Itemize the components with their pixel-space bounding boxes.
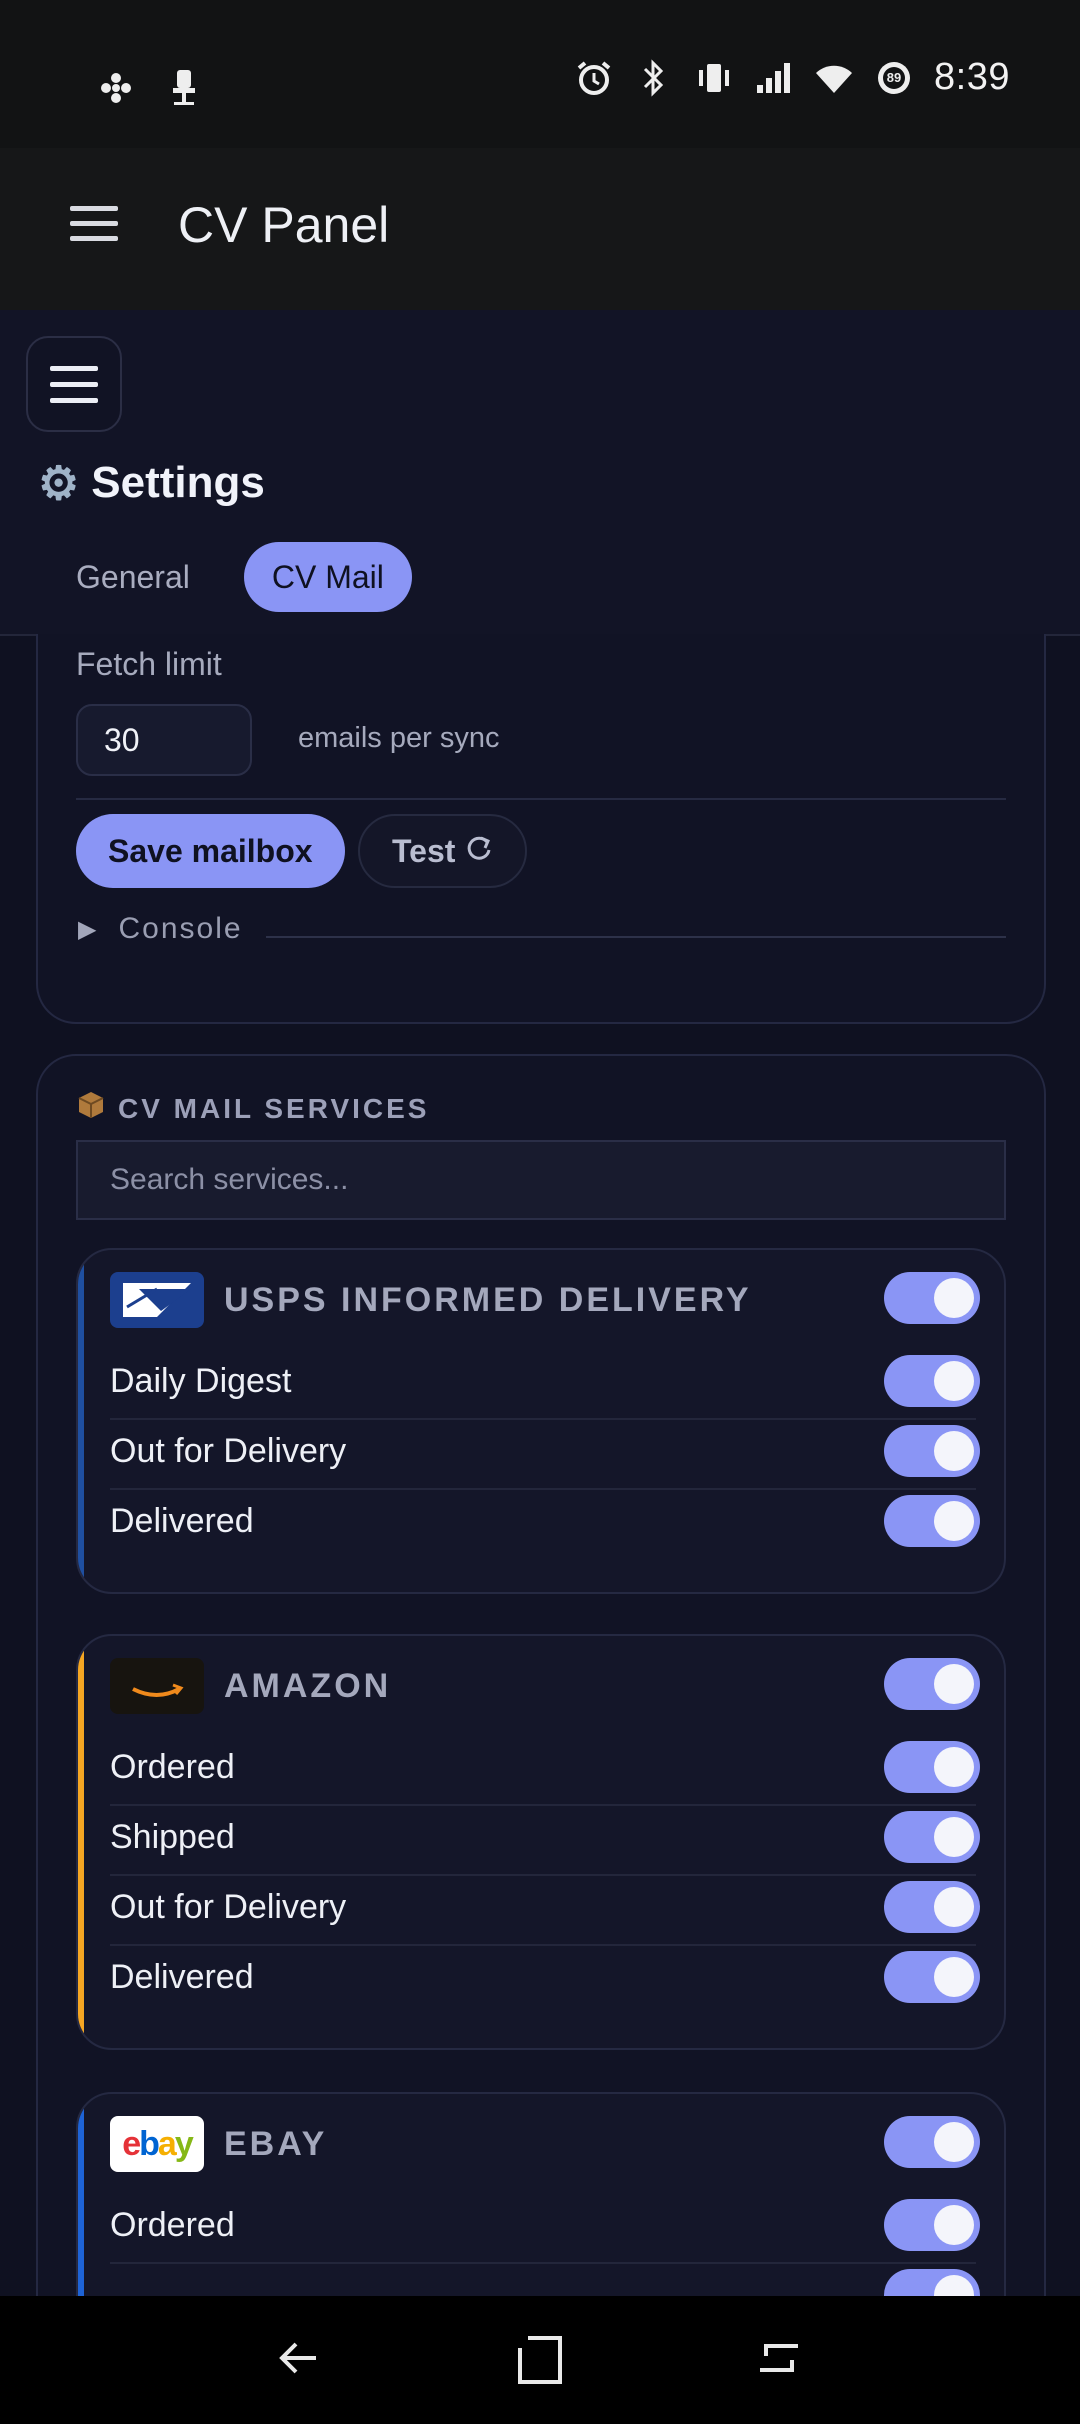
recents-icon[interactable] (756, 2334, 804, 2387)
system-nav-bar (0, 2296, 1080, 2424)
app-title: CV Panel (178, 197, 390, 253)
services-title-label: CV MAIL SERVICES (118, 1092, 430, 1124)
vibrate-icon (694, 58, 734, 98)
service-name: USPS INFORMED DELIVERY (224, 1280, 752, 1319)
usps-eagle-logo (110, 1272, 204, 1328)
event-row: Ordered (110, 1732, 976, 1802)
signal-icon (754, 58, 794, 98)
console-divider (266, 936, 1006, 938)
console-label: Console (118, 912, 243, 945)
event-toggle-out-for-delivery[interactable] (884, 1425, 980, 1477)
event-label: Ordered (110, 2205, 235, 2244)
event-row: Delivered (110, 1942, 976, 2012)
event-label: Delivered (110, 1501, 254, 1540)
settings-title-label: Settings (91, 458, 265, 507)
event-label: Out for Delivery (110, 1887, 347, 1926)
event-toggle-next[interactable] (884, 2269, 980, 2296)
event-row: Out for Delivery (110, 1872, 976, 1942)
service-toggle-amazon[interactable] (884, 1658, 980, 1710)
event-toggle-delivered[interactable] (884, 1495, 980, 1547)
service-accent-bar (78, 1636, 84, 2048)
fetch-limit-input[interactable]: 30 (76, 704, 252, 776)
settings-header: ⚙ Settings General CV Mail (0, 310, 1080, 636)
status-bar: 89 8:39 (0, 0, 1080, 148)
event-label: Out for Delivery (110, 1431, 347, 1470)
service-name: AMAZON (224, 1666, 392, 1705)
event-row: Delivered (110, 1486, 976, 1556)
gear-icon: ⚙ (38, 457, 80, 509)
service-card-usps: USPS INFORMED DELIVERY Daily Digest Out … (76, 1248, 1006, 1594)
event-label: Shipped (110, 1817, 235, 1856)
alarm-icon (574, 58, 614, 98)
package-icon (76, 1090, 106, 1127)
test-button-label: Test (392, 832, 456, 869)
event-label: Delivered (110, 1957, 254, 1996)
amazon-logo (110, 1658, 204, 1714)
tab-general[interactable]: General (48, 542, 218, 612)
event-toggle-out-for-delivery[interactable] (884, 1881, 980, 1933)
mailbox-card: Fetch limit 30 emails per sync Save mail… (36, 634, 1046, 1024)
event-toggle-ordered[interactable] (884, 1741, 980, 1793)
event-toggle-ordered[interactable] (884, 2199, 980, 2251)
refresh-icon (465, 833, 493, 870)
console-toggle[interactable]: ▶ Console (78, 912, 243, 946)
save-mailbox-button[interactable]: Save mailbox (76, 814, 345, 888)
wifi-icon (814, 58, 854, 98)
divider (76, 798, 1006, 800)
event-label: Daily Digest (110, 1361, 292, 1400)
service-name: EBAY (224, 2124, 328, 2163)
services-section-title: CV MAIL SERVICES (76, 1090, 429, 1127)
triangle-right-icon: ▶ (78, 915, 99, 943)
event-toggle-shipped[interactable] (884, 1811, 980, 1863)
event-toggle-daily-digest[interactable] (884, 1355, 980, 1407)
battery-icon: 89 (874, 58, 914, 98)
settings-content[interactable]: Fetch limit 30 emails per sync Save mail… (0, 634, 1080, 2296)
event-row: Shipped (110, 1802, 976, 1872)
app-bar: CV Panel (0, 148, 1080, 310)
service-search-input[interactable]: Search services... (76, 1140, 1006, 1220)
fetch-limit-unit: emails per sync (298, 722, 500, 754)
service-card-amazon: AMAZON Ordered Shipped Out for Delivery … (76, 1634, 1006, 2050)
service-accent-bar (78, 2094, 84, 2296)
test-button[interactable]: Test (358, 814, 528, 888)
settings-tabs: General CV Mail (48, 542, 412, 612)
event-row: Ordered (110, 2190, 976, 2260)
event-row: Daily Digest (110, 1346, 976, 1416)
tab-cv-mail[interactable]: CV Mail (243, 542, 412, 612)
battery-level: 89 (886, 70, 902, 85)
divider (110, 2262, 976, 2264)
hamburger-icon[interactable] (70, 206, 118, 242)
clock: 8:39 (934, 56, 1010, 98)
service-accent-bar (78, 1250, 84, 1592)
service-toggle-ebay[interactable] (884, 2116, 980, 2168)
chair-icon (164, 68, 204, 108)
service-toggle-usps[interactable] (884, 1272, 980, 1324)
ebay-logo: ebay (110, 2116, 204, 2172)
event-row: Out for Delivery (110, 1416, 976, 1486)
service-card-ebay: ebay EBAY Ordered (76, 2092, 1006, 2296)
home-icon[interactable] (514, 2334, 566, 2391)
event-label: Ordered (110, 1747, 235, 1786)
event-toggle-delivered[interactable] (884, 1951, 980, 2003)
back-icon[interactable] (274, 2334, 322, 2387)
page-title: ⚙ Settings (38, 456, 265, 510)
menu-button[interactable] (26, 336, 122, 432)
bluetooth-icon (634, 58, 674, 98)
fan-icon (96, 68, 136, 108)
services-card: CV MAIL SERVICES Search services... USPS… (36, 1054, 1046, 2296)
fetch-limit-label: Fetch limit (76, 646, 222, 682)
